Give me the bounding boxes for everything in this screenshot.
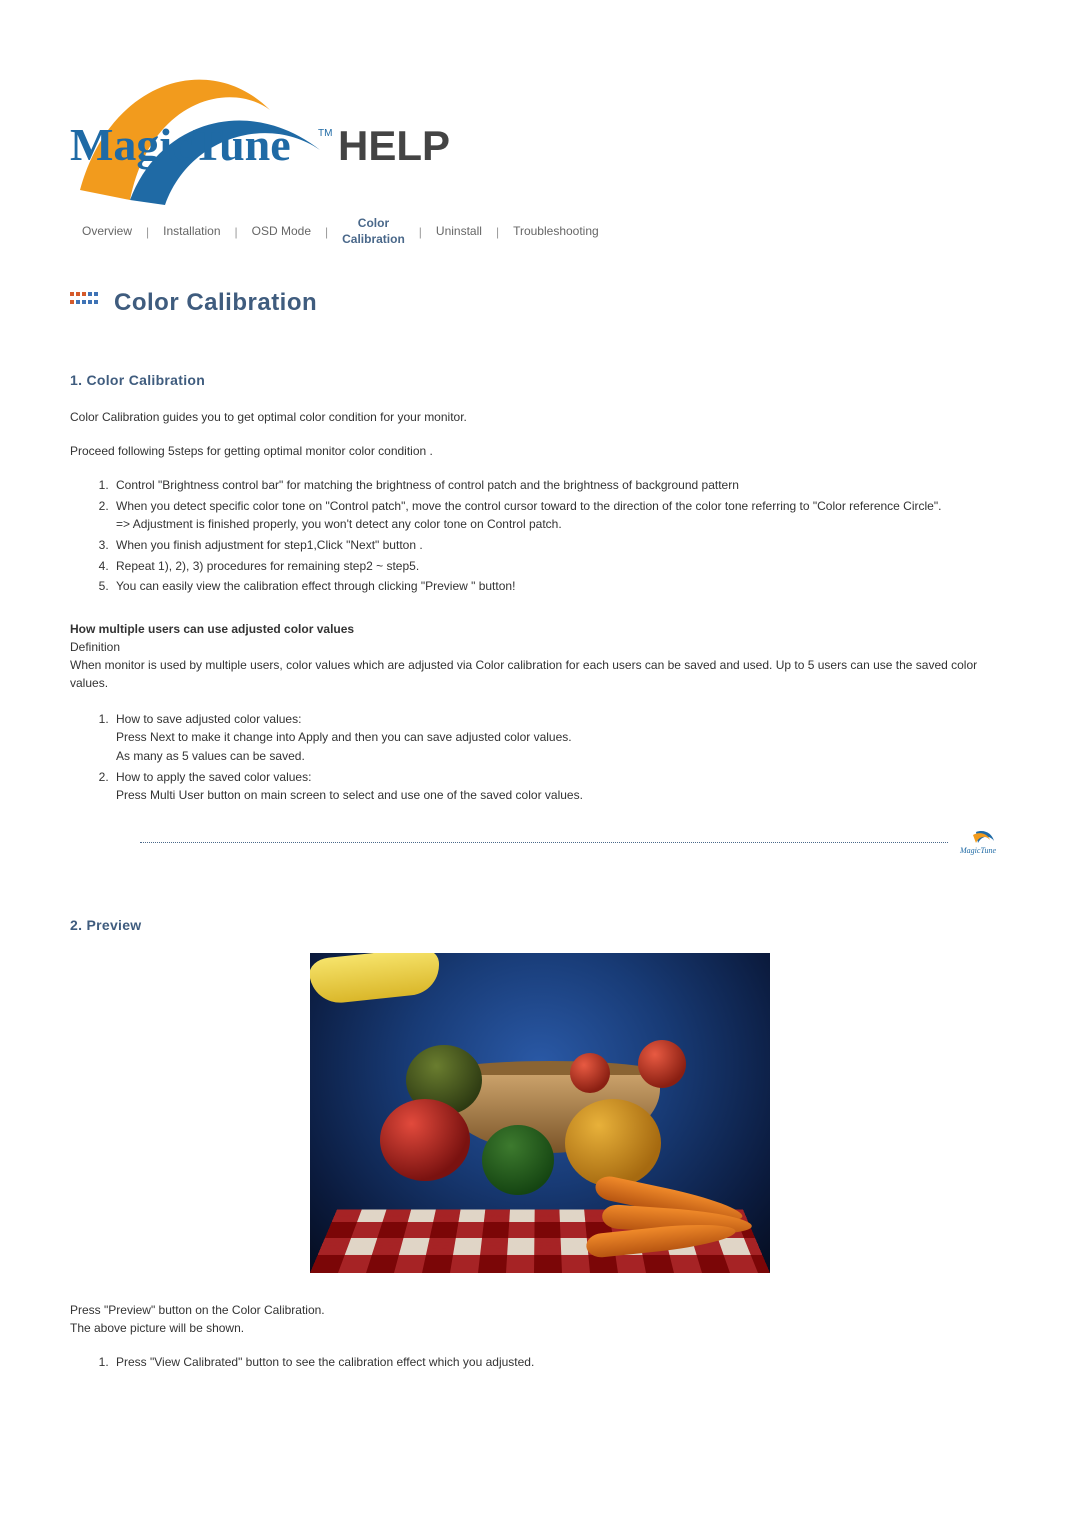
list-item: How to save adjusted color values: Press… [112,710,1010,766]
nav-installation[interactable]: Installation [163,224,220,240]
multi-users-steps-list: How to save adjusted color values: Press… [112,710,1010,805]
list-item: Repeat 1), 2), 3) procedures for remaini… [112,557,1010,576]
nav-bar: Overview | Installation | OSD Mode | Col… [70,216,1010,247]
preview-image [310,953,770,1273]
section2-heading: 2. Preview [70,917,1010,933]
trademark-symbol: TM [318,128,332,139]
section-preview: 2. Preview Press "Preview" button on the… [70,917,1010,1372]
dotted-rule [140,842,948,843]
preview-caption-1: Press "Preview" button on the Color Cali… [70,1301,1010,1319]
red-pepper-graphic [380,1099,470,1181]
section-divider: MagicTune [140,829,1010,857]
list-item: You can easily view the calibration effe… [112,577,1010,596]
title-bullet-icon [70,292,102,315]
apple-graphic [570,1053,610,1093]
preview-caption-2: The above picture will be shown. [70,1319,1010,1337]
nav-color-calibration[interactable]: Color Calibration [342,216,405,247]
definition-label: Definition [70,638,1010,656]
banana-graphic [310,953,442,1006]
nav-uninstall[interactable]: Uninstall [436,224,482,240]
nav-osd-mode[interactable]: OSD Mode [252,224,311,240]
nav-troubleshooting[interactable]: Troubleshooting [513,224,599,240]
nav-separator: | [235,225,238,239]
section1-steps-list: Control "Brightness control bar" for mat… [112,476,1010,596]
list-item: Control "Brightness control bar" for mat… [112,476,1010,495]
brand-logo-block: MagicTune TM HELP [70,40,1010,208]
list-item: When you detect specific color tone on "… [112,497,1010,534]
section2-steps-list: Press "View Calibrated" button to see th… [112,1353,1010,1372]
multi-users-heading: How multiple users can use adjusted colo… [70,620,1010,638]
section1-heading: 1. Color Calibration [70,372,1010,388]
yellow-pepper-graphic [565,1099,661,1187]
nav-separator: | [146,225,149,239]
list-item: How to apply the saved color values: Pre… [112,768,1010,805]
nav-separator: | [419,225,422,239]
magictune-mini-logo: MagicTune [958,829,1010,857]
broccoli-graphic [482,1125,554,1195]
magictune-help-logo: MagicTune TM HELP [70,40,450,205]
section1-intro1: Color Calibration guides you to get opti… [70,408,1010,426]
apple-graphic [638,1040,686,1088]
list-item: Press "View Calibrated" button to see th… [112,1353,1010,1372]
preview-image-wrap [70,953,1010,1273]
section-color-calibration: 1. Color Calibration Color Calibration g… [70,372,1010,857]
page-title-row: Color Calibration [70,289,1010,317]
page-title: Color Calibration [114,289,317,317]
help-word: HELP [338,122,450,169]
brand-wordmark: MagicTune [70,119,291,170]
svg-text:MagicTune: MagicTune [959,846,996,855]
list-item: When you finish adjustment for step1,Cli… [112,536,1010,555]
section1-intro2: Proceed following 5steps for getting opt… [70,442,1010,460]
multi-users-body: When monitor is used by multiple users, … [70,656,1010,692]
nav-separator: | [325,225,328,239]
nav-overview[interactable]: Overview [82,224,132,240]
nav-separator: | [496,225,499,239]
